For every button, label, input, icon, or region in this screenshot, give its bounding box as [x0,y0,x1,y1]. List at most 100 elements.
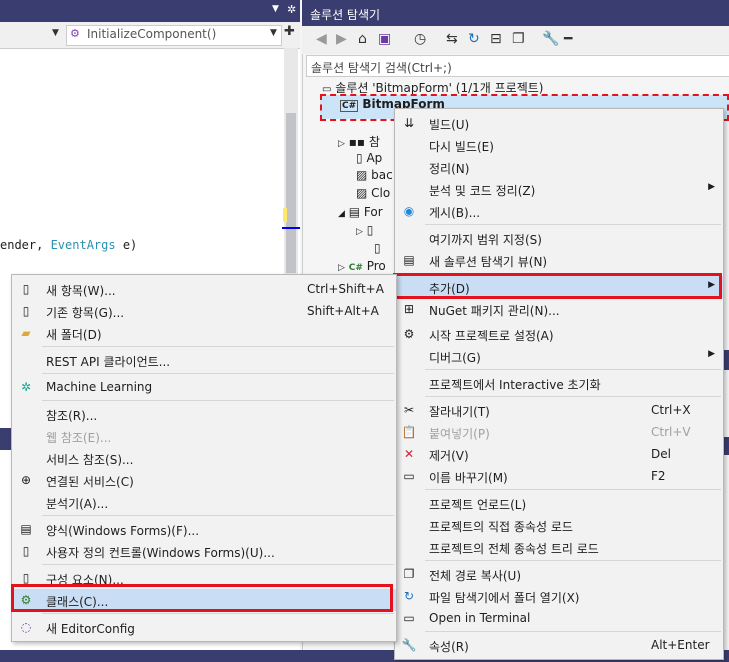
menu-item-analyze[interactable]: 분석 및 코드 정리(Z) ▶ [395,178,723,200]
menu-label: 프로젝트에서 Interactive 초기화 [429,378,601,392]
menu-item-web-reference[interactable]: 웹 참조(E)... [12,425,396,447]
menu-label: 프로젝트의 전체 종속성 트리 로드 [429,542,599,556]
menu-label: NuGet 패키지 관리(N)... [429,304,560,318]
menu-item-clean[interactable]: 정리(N) [395,156,723,178]
expand-icon[interactable]: ▷ [338,263,345,273]
forward-icon[interactable]: ▶ [336,31,347,47]
history-icon[interactable]: ◷ [414,31,426,47]
tree-item-references[interactable]: ▷ ▪▪ 참 [338,133,380,150]
back-icon[interactable]: ◀ [316,31,327,47]
menu-item-connected-service[interactable]: ⊕ 연결된 서비스(C) [12,469,396,491]
existing-item-icon: ▯ [22,304,30,318]
menu-item-scope[interactable]: 여기까지 범위 지정(S) [395,227,723,249]
chevron-down-icon[interactable]: ▼ [270,28,277,38]
menu-item-paste[interactable]: 📋 붙여넣기(P) Ctrl+V [395,421,723,443]
minus-icon[interactable]: ━ [564,31,572,47]
menu-item-new-item[interactable]: ▯ 새 항목(W)... Ctrl+Shift+A [12,278,396,300]
paste-icon: 📋 [401,425,417,439]
tree-item-child[interactable]: ▷ ▯ [356,223,373,237]
terminal-icon: ▭ [403,611,415,625]
menu-item-properties[interactable]: 🔧 속성(R) Alt+Enter [395,634,723,656]
split-editor-icon[interactable]: ✚ [284,24,295,39]
gear-icon[interactable]: ✲ [287,3,296,16]
menu-item-windows-form[interactable]: ▤ 양식(Windows Forms)(F)... [12,518,396,540]
references-icon: ▪▪ [348,135,366,149]
solution-search-input[interactable]: 솔루션 탐색기 검색(Ctrl+;) [306,55,729,77]
menu-item-open-folder[interactable]: ↻ 파일 탐색기에서 폴더 열기(X) [395,585,723,607]
menu-item-cut[interactable]: ✂ 잘라내기(T) Ctrl+X [395,399,723,421]
chevron-down-icon[interactable]: ▼ [52,28,59,38]
menu-label: 여기까지 범위 지정(S) [429,233,542,247]
menu-item-build[interactable]: ⇊ 빌드(U) [395,112,723,134]
collapse-all-icon[interactable]: ⊟ [490,31,502,47]
menu-item-new-view[interactable]: ▤ 새 솔루션 탐색기 뷰(N) [395,249,723,271]
menu-item-nuget[interactable]: ⊞ NuGet 패키지 관리(N)... [395,298,723,320]
menu-item-machine-learning[interactable]: ✲ Machine Learning [12,376,396,398]
menu-shortcut: Del [651,447,671,461]
tree-item-form[interactable]: ◢ ▤ For [338,205,383,219]
menu-label: 새 항목(W)... [46,284,116,298]
tree-item-clo[interactable]: ▨ Clo [356,186,390,200]
chevron-down-icon[interactable]: ▼ [272,4,279,14]
collapse-icon[interactable]: ◢ [338,209,345,219]
vs-switch-view-icon[interactable]: ▣ [378,31,391,47]
menu-item-open-terminal[interactable]: ▭ Open in Terminal [395,607,723,629]
copy-icon[interactable]: ❐ [512,31,525,47]
menu-item-analyzer[interactable]: 분석기(A)... [12,491,396,513]
menu-separator [425,369,721,370]
tree-item-bac[interactable]: ▨ bac [356,168,393,182]
sync-icon[interactable]: ⇆ [446,31,458,47]
csharp-file-icon: C# [348,263,363,273]
menu-item-new-folder[interactable]: ▰ 새 폴더(D) [12,322,396,344]
tree-item-program[interactable]: ▷ C# Pro [338,259,386,273]
expand-icon[interactable]: ▷ [338,139,345,149]
menu-shortcut: Shift+Alt+A [307,304,379,318]
menu-separator [42,515,394,516]
menu-item-debug[interactable]: 디버그(G) ▶ [395,345,723,367]
build-icon: ⇊ [403,116,415,130]
menu-item-rename[interactable]: ▭ 이름 바꾸기(M) F2 [395,465,723,487]
menu-item-load-tree[interactable]: 프로젝트의 전체 종속성 트리 로드 [395,536,723,558]
menu-label: REST API 클라이언트... [46,355,171,369]
menu-label: 참조(R)... [46,409,98,423]
menu-separator [425,224,721,225]
menu-separator [42,564,394,565]
file-icon: ▯ [374,241,381,255]
wrench-icon[interactable]: 🔧 [542,31,559,47]
menu-item-user-control[interactable]: ▯ 사용자 정의 컨트롤(Windows Forms)(U)... [12,540,396,562]
expand-icon[interactable]: ▷ [356,227,363,237]
code-line[interactable]: ender, EventArgs e) [0,238,137,252]
menu-item-service-reference[interactable]: 서비스 참조(S)... [12,447,396,469]
nuget-icon: ⊞ [403,302,415,316]
scrollbar-thumb[interactable] [286,113,296,273]
menu-item-rest-api[interactable]: REST API 클라이언트... [12,349,396,371]
menu-item-set-startup[interactable]: ⚙ 시작 프로젝트로 설정(A) [395,323,723,345]
refresh-icon[interactable]: ↻ [468,31,480,47]
menu-label: 서비스 참조(S)... [46,453,134,467]
copy-icon: ❐ [403,567,415,581]
menu-label: 분석기(A)... [46,497,109,511]
menu-item-rebuild[interactable]: 다시 빌드(E) [395,134,723,156]
menu-separator [425,560,721,561]
menu-item-publish[interactable]: ◉ 게시(B)... [395,200,723,222]
menu-label: 속성(R) [429,640,469,654]
tree-label: Ap [366,151,383,165]
menu-item-editorconfig[interactable]: ◌ 새 EditorConfig [12,616,396,638]
tree-item-child[interactable]: ▯ [374,241,381,255]
menu-item-existing-item[interactable]: ▯ 기존 항목(G)... Shift+Alt+A [12,300,396,322]
menu-item-remove[interactable]: ✕ 제거(V) Del [395,443,723,465]
menu-label: 붙여넣기(P) [429,427,490,441]
menu-label: Open in Terminal [429,611,531,625]
menu-item-load-direct[interactable]: 프로젝트의 직접 종속성 로드 [395,514,723,536]
menu-item-copy-path[interactable]: ❐ 전체 경로 복사(U) [395,563,723,585]
home-icon[interactable]: ⌂ [358,31,367,47]
member-combo-text: InitializeComponent() [87,27,217,41]
menu-item-interactive[interactable]: 프로젝트에서 Interactive 초기화 [395,372,723,394]
menu-label: 분석 및 코드 정리(Z) [429,184,536,198]
tree-label: bac [371,168,393,182]
rename-icon: ▭ [403,469,415,483]
tree-item-app[interactable]: ▯ Ap [356,151,382,165]
menu-item-unload[interactable]: 프로젝트 언로드(L) [395,492,723,514]
panel-title: 솔루션 탐색기 [310,8,381,22]
menu-item-reference[interactable]: 참조(R)... [12,403,396,425]
